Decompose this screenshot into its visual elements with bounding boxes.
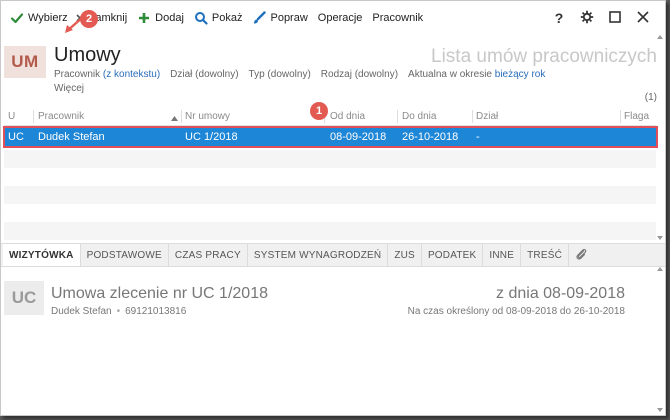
gear-icon — [580, 10, 594, 27]
callout-badge-2: 2 — [80, 10, 98, 28]
tab-attachments[interactable] — [569, 244, 593, 266]
maximize-button[interactable] — [601, 6, 629, 30]
cell-number: UC 1/2018 — [185, 131, 238, 143]
help-label: ? — [554, 10, 564, 26]
search-icon — [194, 11, 208, 25]
tab-pay-system[interactable]: SYSTEM WYNAGRODZEŃ — [248, 244, 389, 266]
filter-bar: Pracownik (z kontekstu) Dział (dowolny) … — [54, 69, 545, 80]
employee-menu[interactable]: Pracownik — [367, 7, 428, 29]
filter-period-label: Aktualna w okresie — [408, 69, 492, 80]
window-close-button[interactable] — [629, 6, 657, 30]
show-button[interactable]: Pokaż — [189, 7, 248, 29]
detail-title: Umowa zlecenie nr UC 1/2018 — [51, 285, 268, 302]
column-separator — [33, 110, 34, 123]
employee-label: Pracownik — [372, 12, 424, 24]
more-filters-link[interactable]: Więcej — [54, 83, 84, 94]
vertical-scrollbar[interactable] — [656, 35, 664, 240]
help-button[interactable]: ? — [545, 6, 573, 30]
sort-asc-icon — [171, 113, 178, 124]
settings-button[interactable] — [573, 6, 601, 30]
tab-content[interactable]: TREŚĆ — [521, 244, 569, 266]
operations-label: Operacje — [317, 12, 363, 24]
maximize-icon — [609, 10, 621, 26]
filter-employee[interactable]: Pracownik (z kontekstu) — [54, 69, 160, 80]
empty-row — [4, 186, 656, 204]
filter-period-value[interactable]: bieżący rok — [495, 69, 546, 80]
separator-dot-icon: • — [116, 306, 121, 317]
tab-working-time[interactable]: CZAS PRACY — [169, 244, 248, 266]
paperclip-icon — [575, 247, 587, 264]
checkmark-icon — [10, 11, 24, 25]
page-title: Umowy — [54, 44, 121, 66]
show-label: Pokaż — [211, 12, 243, 24]
window-controls: ? — [545, 1, 657, 35]
column-number[interactable]: Nr umowy — [185, 111, 230, 122]
scroll-up-icon[interactable] — [657, 35, 663, 39]
scroll-down-icon[interactable] — [657, 408, 663, 412]
list-title: Lista umów pracowniczych — [431, 46, 657, 67]
detail-tabs: WIZYTÓWKA PODSTAWOWE CZAS PRACY SYSTEM W… — [1, 243, 665, 267]
column-employee[interactable]: Pracownik — [38, 111, 84, 122]
cell-employee: Dudek Stefan — [38, 131, 105, 143]
empty-row — [4, 222, 656, 240]
toolbar: Wybierz Zamknij Dodaj Pokaż Popraw Opera… — [1, 1, 665, 35]
column-department[interactable]: Dział — [476, 111, 498, 122]
edit-button[interactable]: Popraw — [247, 7, 312, 29]
column-separator — [472, 110, 473, 123]
close-window-icon — [637, 10, 649, 26]
operations-menu[interactable]: Operacje — [313, 7, 368, 29]
cell-u: UC — [8, 131, 24, 143]
tab-other[interactable]: INNE — [483, 244, 522, 266]
brush-icon — [252, 11, 267, 25]
tab-card[interactable]: WIZYTÓWKA — [3, 244, 81, 266]
grid-header: U Pracownik Nr umowy Od dnia Do dnia Dzi… — [4, 108, 656, 126]
cell-department: - — [476, 131, 480, 143]
detail-scrollbar[interactable] — [656, 267, 664, 412]
detail-range: Na czas określony od 08-09-2018 do 26-10… — [407, 306, 625, 317]
column-from-date[interactable]: Od dnia — [330, 111, 365, 122]
column-separator — [620, 110, 621, 123]
table-row[interactable]: UC Dudek Stefan UC 1/2018 08-09-2018 26-… — [3, 126, 658, 148]
column-u[interactable]: U — [8, 111, 15, 122]
tab-zus[interactable]: ZUS — [388, 244, 422, 266]
filter-kind[interactable]: Rodzaj (dowolny) — [321, 69, 398, 80]
filter-period[interactable]: Aktualna w okresie bieżący rok — [408, 69, 545, 80]
window: Wybierz Zamknij Dodaj Pokaż Popraw Opera… — [0, 0, 666, 416]
detail-date: z dnia 08-09-2018 — [496, 285, 625, 302]
column-separator — [181, 110, 182, 123]
filter-department[interactable]: Dział (dowolny) — [170, 69, 238, 80]
filter-type[interactable]: Typ (dowolny) — [249, 69, 311, 80]
tab-tax[interactable]: PODATEK — [422, 244, 484, 266]
column-to-date[interactable]: Do dnia — [402, 111, 436, 122]
cell-from-date: 08-09-2018 — [330, 131, 387, 143]
callout-badge-1: 1 — [310, 102, 328, 120]
detail-pesel: 69121013816 — [125, 306, 187, 317]
detail-subtitle: Dudek Stefan • 69121013816 — [51, 306, 186, 317]
tab-basic[interactable]: PODSTAWOWE — [81, 244, 169, 266]
add-button[interactable]: Dodaj — [132, 7, 189, 29]
filter-employee-label: Pracownik — [54, 69, 101, 80]
detail-logo: UC — [4, 281, 44, 315]
module-logo: UM — [4, 46, 46, 78]
filter-employee-value[interactable]: (z kontekstu) — [103, 69, 160, 80]
column-separator — [397, 110, 398, 123]
scroll-down-icon[interactable] — [657, 236, 663, 240]
add-label: Dodaj — [155, 12, 184, 24]
plus-icon — [137, 11, 151, 25]
column-flag[interactable]: Flaga — [624, 111, 649, 122]
edit-label: Popraw — [270, 12, 308, 24]
scroll-up-icon[interactable] — [657, 267, 663, 271]
detail-employee: Dudek Stefan — [51, 306, 112, 317]
cell-to-date: 26-10-2018 — [402, 131, 459, 143]
empty-row — [4, 150, 656, 168]
